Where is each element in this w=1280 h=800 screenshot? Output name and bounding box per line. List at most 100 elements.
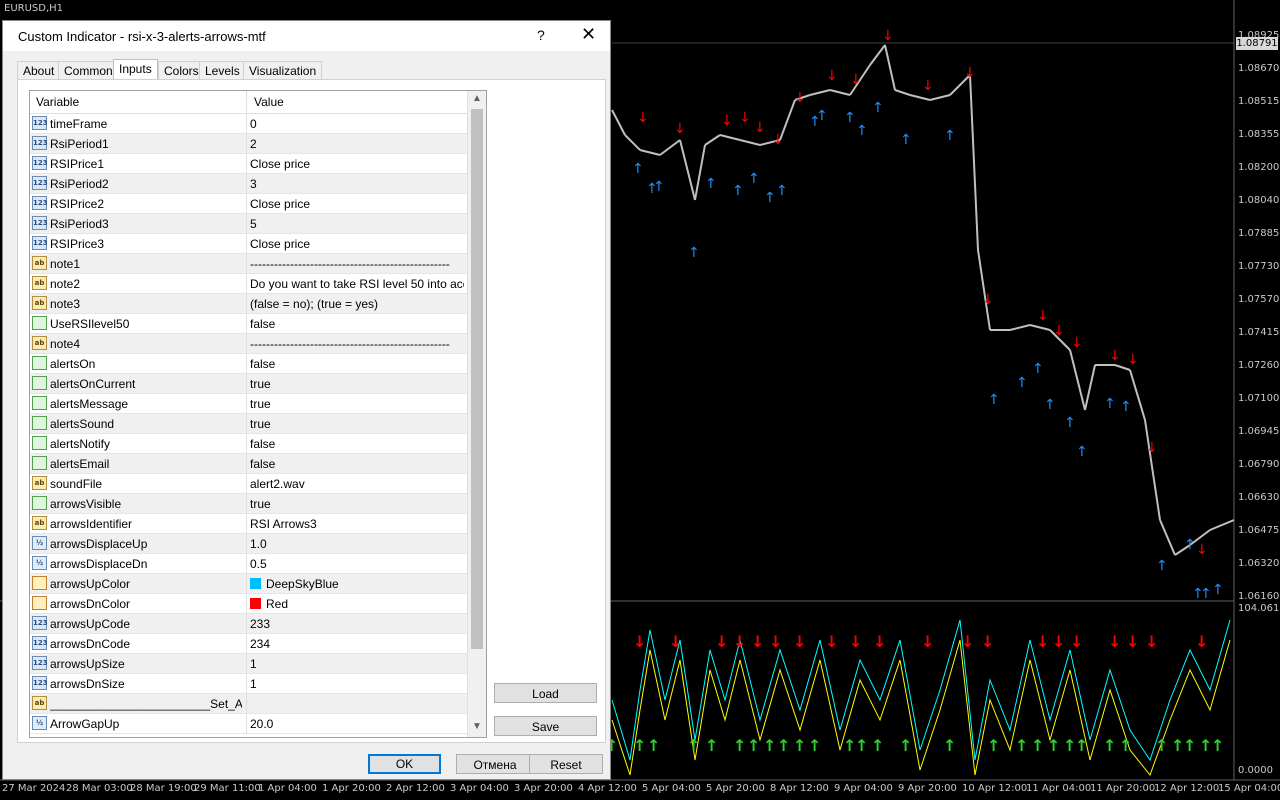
input-row[interactable]: 123 RSIPrice3 Close price bbox=[30, 234, 467, 254]
input-value[interactable]: Do you want to take RSI level 50 into ac… bbox=[250, 277, 464, 291]
input-value[interactable]: 5 bbox=[250, 217, 464, 231]
input-row[interactable]: 123 arrowsUpCode 233 bbox=[30, 614, 467, 634]
input-row[interactable]: arrowsUpColor DeepSkyBlue bbox=[30, 574, 467, 594]
input-row[interactable]: arrowsVisible true bbox=[30, 494, 467, 514]
input-value[interactable]: Close price bbox=[250, 237, 464, 251]
tab-about[interactable]: About bbox=[17, 61, 61, 79]
scroll-up-icon[interactable]: ▲ bbox=[472, 93, 482, 104]
cancel-button[interactable]: Отмена bbox=[456, 754, 534, 774]
input-value[interactable]: 0.5 bbox=[250, 557, 464, 571]
input-row[interactable]: 123 RsiPeriod2 3 bbox=[30, 174, 467, 194]
close-icon[interactable]: ✕ bbox=[581, 24, 596, 45]
input-row[interactable]: ab________________________Set_Arro... bbox=[30, 694, 467, 714]
input-row[interactable]: ab arrowsIdentifier RSI Arrows3 bbox=[30, 514, 467, 534]
input-row[interactable]: ½ arrowsDisplaceDn 0.5 bbox=[30, 554, 467, 574]
input-value-text: false bbox=[250, 317, 276, 331]
input-row[interactable]: alertsMessage true bbox=[30, 394, 467, 414]
grid-rows: 123 timeFrame 0 123 RsiPeriod1 2 123 RSIPrice1 C… bbox=[30, 114, 467, 734]
input-value[interactable]: false bbox=[250, 317, 464, 331]
input-row[interactable]: alertsNotify false bbox=[30, 434, 467, 454]
input-row[interactable]: 123 RSIPrice2 Close price bbox=[30, 194, 467, 214]
input-value[interactable]: 1 bbox=[250, 657, 464, 671]
input-value[interactable]: Close price bbox=[250, 157, 464, 171]
input-value-text: 20.0 bbox=[250, 717, 274, 731]
input-value[interactable]: false bbox=[250, 437, 464, 451]
input-value[interactable]: 2 bbox=[250, 137, 464, 151]
tab-inputs[interactable]: Inputs bbox=[113, 59, 158, 80]
input-row[interactable]: 123 arrowsDnCode 234 bbox=[30, 634, 467, 654]
input-value[interactable]: true bbox=[250, 497, 464, 511]
column-value[interactable]: Value bbox=[254, 95, 284, 109]
input-value[interactable]: Red bbox=[250, 597, 464, 611]
input-value[interactable]: 234 bbox=[250, 637, 464, 651]
input-name: RSIPrice2 bbox=[50, 197, 105, 211]
price-candle-line bbox=[1129, 369, 1146, 421]
input-value[interactable]: false bbox=[250, 457, 464, 471]
int-type-icon: 123 bbox=[32, 136, 48, 150]
input-row[interactable]: ab note4 ---------------------------------… bbox=[30, 334, 467, 354]
cell-divider bbox=[246, 714, 247, 734]
price-candle-line bbox=[659, 139, 681, 156]
input-value[interactable]: alert2.wav bbox=[250, 477, 464, 491]
scroll-down-icon[interactable]: ▼ bbox=[472, 721, 482, 732]
input-row[interactable]: 123 timeFrame 0 bbox=[30, 114, 467, 134]
input-value[interactable]: 233 bbox=[250, 617, 464, 631]
input-value[interactable]: ----------------------------------------… bbox=[250, 257, 464, 271]
input-row[interactable]: 123 RsiPeriod1 2 bbox=[30, 134, 467, 154]
tab-visualization[interactable]: Visualization bbox=[243, 61, 323, 79]
input-row[interactable]: ab note3 (false = no); (true = yes) bbox=[30, 294, 467, 314]
price-candle-line bbox=[611, 109, 626, 136]
save-button[interactable]: Save bbox=[494, 716, 597, 736]
help-icon[interactable]: ? bbox=[537, 27, 545, 43]
input-row[interactable]: UseRSIlevel50 false bbox=[30, 314, 467, 334]
input-value[interactable]: (false = no); (true = yes) bbox=[250, 297, 464, 311]
input-row[interactable]: ab soundFile alert2.wav bbox=[30, 474, 467, 494]
input-row[interactable]: ab note1 ---------------------------------… bbox=[30, 254, 467, 274]
load-button[interactable]: Load bbox=[494, 683, 597, 703]
column-variable[interactable]: Variable bbox=[36, 95, 79, 109]
input-row[interactable]: ab note2 Do you want to take RSI level 50 … bbox=[30, 274, 467, 294]
input-row[interactable]: 123 arrowsDnSize 1 bbox=[30, 674, 467, 694]
dialog-titlebar[interactable]: Custom Indicator - rsi-x-3-alerts-arrows… bbox=[3, 21, 610, 51]
input-row[interactable]: alertsSound true bbox=[30, 414, 467, 434]
inputs-panel: Variable Value 123 timeFrame 0 123 RsiPeriod… bbox=[17, 79, 606, 743]
input-value[interactable]: true bbox=[250, 397, 464, 411]
time-tick-label: 3 Apr 04:00 bbox=[450, 783, 509, 794]
input-value[interactable]: 1 bbox=[250, 677, 464, 691]
input-row[interactable]: alertsOnCurrent true bbox=[30, 374, 467, 394]
input-value[interactable]: ----------------------------------------… bbox=[250, 337, 464, 351]
input-value[interactable]: Close price bbox=[250, 197, 464, 211]
input-row[interactable]: ½ ArrowGapUp 20.0 bbox=[30, 714, 467, 734]
input-value[interactable]: 3 bbox=[250, 177, 464, 191]
input-row[interactable]: arrowsDnColor Red bbox=[30, 594, 467, 614]
input-value[interactable]: DeepSkyBlue bbox=[250, 577, 464, 591]
input-value[interactable]: false bbox=[250, 357, 464, 371]
input-value[interactable]: 0 bbox=[250, 117, 464, 131]
input-row[interactable]: 123 RsiPeriod3 5 bbox=[30, 214, 467, 234]
tab-common[interactable]: Common bbox=[58, 61, 119, 79]
price-candle-line bbox=[829, 89, 851, 96]
scroll-thumb[interactable] bbox=[471, 109, 483, 649]
input-value-text: Red bbox=[266, 597, 289, 611]
input-row[interactable]: 123 RSIPrice1 Close price bbox=[30, 154, 467, 174]
grid-scrollbar[interactable]: ▲ ▼ bbox=[467, 91, 486, 737]
input-row[interactable]: 123 arrowsUpSize 1 bbox=[30, 654, 467, 674]
up-arrow-icon: ↑ bbox=[1016, 375, 1028, 391]
input-row[interactable]: alertsOn false bbox=[30, 354, 467, 374]
tab-levels[interactable]: Levels bbox=[199, 61, 246, 79]
input-value[interactable]: true bbox=[250, 377, 464, 391]
down-arrow-icon: ↓ bbox=[1052, 632, 1065, 651]
input-row[interactable]: ½ arrowsDisplaceUp 1.0 bbox=[30, 534, 467, 554]
input-value[interactable]: 20.0 bbox=[250, 717, 464, 731]
up-arrow-icon: ↑ bbox=[1155, 736, 1168, 755]
input-value[interactable]: RSI Arrows3 bbox=[250, 517, 464, 531]
ok-button[interactable]: OK bbox=[368, 754, 441, 774]
input-name: alertsOn bbox=[50, 357, 96, 371]
input-name: alertsNotify bbox=[50, 437, 111, 451]
reset-button[interactable]: Reset bbox=[529, 754, 603, 774]
input-value[interactable]: true bbox=[250, 417, 464, 431]
tab-colors[interactable]: Colors bbox=[158, 61, 205, 79]
input-value[interactable]: 1.0 bbox=[250, 537, 464, 551]
input-row[interactable]: alertsEmail false bbox=[30, 454, 467, 474]
price-tick-label: 1.06630 bbox=[1238, 492, 1280, 503]
